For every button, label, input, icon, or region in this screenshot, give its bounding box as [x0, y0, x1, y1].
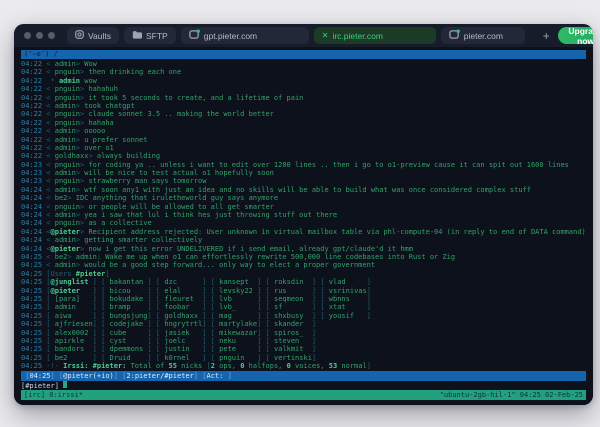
terminal-line: 04:25 [ apirkle ] [ cyst ] [ joelc ] [ n… [21, 337, 586, 345]
tab-gpt-pieter-com[interactable]: gpt.pieter.com [181, 27, 309, 44]
terminal-line: 04:22 * admin wow [21, 77, 586, 85]
window-zoom-button[interactable] [48, 32, 55, 39]
tab-irc-pieter-com[interactable]: ✕irc.pieter.com [314, 27, 436, 44]
vaults-icon [75, 30, 84, 41]
new-tab-button[interactable]: + [539, 29, 554, 43]
terminal-line: 04:24 <@pieter> now i get this error UND… [21, 245, 586, 253]
terminal-line: 04:22 < pnguin> hahaha [21, 119, 586, 127]
host-icon [189, 29, 200, 42]
terminal-line: 04:25 [ admin ] [ bramp ] [ foobar ] [ l… [21, 303, 586, 311]
terminal-line: 04:25 [ bandors ] [ dpemmons ] [ justin … [21, 345, 586, 353]
tmux-session-windows: [irc] 0:irssi* [24, 390, 83, 400]
tmux-host-clock: "ubuntu-2gb-hil-1" 04:25 02-Feb-25 [440, 390, 583, 400]
terminal-line: 04:24 < pnguin> or people will be allowe… [21, 203, 586, 211]
input-line[interactable]: [#pieter] [21, 381, 586, 390]
terminal-line: 04:24 < admin> yea i saw that lul i thin… [21, 211, 586, 219]
terminal-line: 04:22 < pnguin> claude sonnet 3.5 .. mak… [21, 110, 586, 118]
tab-pieter-com[interactable]: pieter.com [441, 27, 525, 44]
terminal-line: 04:25 [ ajfriesen] [ codejake ] [ hngryt… [21, 320, 586, 328]
text-cursor [63, 381, 67, 388]
terminal-line: 04:22 < goldhaxx> always building [21, 152, 586, 160]
irc-topic-bar: ('-o') / [21, 50, 586, 59]
terminal-line: 04:25 [ [para] ] [ bokudake ] [ fleuret … [21, 295, 586, 303]
terminal-line: 04:22 < admin> ooooo [21, 127, 586, 135]
tmux-statusbar: [irc] 0:irssi* "ubuntu-2gb-hil-1" 04:25 … [21, 390, 586, 400]
terminal-line: 04:22 < admin> over o1 [21, 144, 586, 152]
terminal-line: 04:22 < pnguin> then drinking each one [21, 68, 586, 76]
folder-icon [132, 30, 142, 41]
tab-bar: Vaults SFTP gpt.pieter.com ✕irc.pieter.com p… [67, 27, 525, 44]
window-close-button[interactable] [24, 32, 31, 39]
terminal-screen[interactable]: ('-o') / 04:22 < admin> Wow04:22 < pngui… [14, 47, 593, 405]
tab-label: irc.pieter.com [332, 31, 383, 41]
app-window: Vaults SFTP gpt.pieter.com ✕irc.pieter.com p… [14, 24, 593, 405]
terminal-line: 04:23 < admin> will be nice to test actu… [21, 169, 586, 177]
terminal-line: 04:24 < pnguin> as a collective [21, 219, 586, 227]
terminal-line: 04:25 -!- Irssi: #pieter: Total of 55 ni… [21, 362, 586, 370]
host-icon [449, 29, 460, 42]
terminal-line: 04:25 < be2> admin: Wake me up when o1 c… [21, 253, 586, 261]
tab-label: Vaults [88, 31, 111, 41]
title-bar: Vaults SFTP gpt.pieter.com ✕irc.pieter.com p… [14, 24, 593, 47]
terminal-line: 04:22 < pnguin> hahahuh [21, 85, 586, 93]
terminal-line: 04:24 <@pieter> Recipient address reject… [21, 228, 586, 236]
tab-vaults[interactable]: Vaults [67, 27, 119, 44]
terminal-line: 04:25 [ alex0002 ] [ cube ] [ jasiek ] [… [21, 329, 586, 337]
input-prompt: [#pieter] [21, 382, 59, 390]
terminal-line: 04:25 [@junglist ] [ bakantan ] [ dzc ] … [21, 278, 586, 286]
terminal-line: 04:22 < admin> u prefer sonnet [21, 136, 586, 144]
terminal-line: 04:24 < admin> getting smarter collectiv… [21, 236, 586, 244]
terminal-line: 04:25 [@pieter ] [ bicou ] [ elal ] [ le… [21, 287, 586, 295]
tab-label: SFTP [146, 31, 168, 41]
terminal-line: 04:25 [ be2 ] [ Druid ] [ k0rnel ] [ png… [21, 354, 586, 362]
terminal-line: 04:22 < admin> took chatgpt [21, 102, 586, 110]
terminal-line: 04:23 < pnguin> for coding ya .. unless … [21, 161, 586, 169]
tab-label: gpt.pieter.com [204, 31, 257, 41]
terminal-line: 04:25 [ aiwa ] [ bungsjung] [ goldhaxx ]… [21, 312, 586, 320]
terminal-line: 04:25 [Users #pieter] [21, 270, 586, 278]
terminal-line: 04:23 < pnguin> strawberry man says tomo… [21, 177, 586, 185]
window-minimize-button[interactable] [36, 32, 43, 39]
terminal-output: 04:22 < admin> Wow04:22 < pnguin> then d… [21, 60, 586, 370]
close-icon[interactable]: ✕ [322, 31, 329, 40]
terminal-line: 04:22 < admin> Wow [21, 60, 586, 68]
terminal-line: 04:25 < admin> would be a good step forw… [21, 261, 586, 269]
tab-sftp[interactable]: SFTP [124, 27, 176, 44]
irssi-statusbar: [04:25] [@pieter(+io)] [2:pieter/#pieter… [21, 371, 586, 381]
terminal-line: 04:24 < be2> IDC anything that irulethew… [21, 194, 586, 202]
upgrade-button[interactable]: Upgrade now ↑ [558, 27, 593, 44]
upgrade-label: Upgrade now [567, 26, 593, 46]
titlebar-right-group: Upgrade now ↑ [558, 27, 593, 44]
window-controls [24, 32, 55, 39]
tab-label: pieter.com [464, 31, 503, 41]
terminal-line: 04:22 < pnguin> it took 5 seconds to cre… [21, 94, 586, 102]
terminal-line: 04:24 < admin> wtf soon any1 with just a… [21, 186, 586, 194]
